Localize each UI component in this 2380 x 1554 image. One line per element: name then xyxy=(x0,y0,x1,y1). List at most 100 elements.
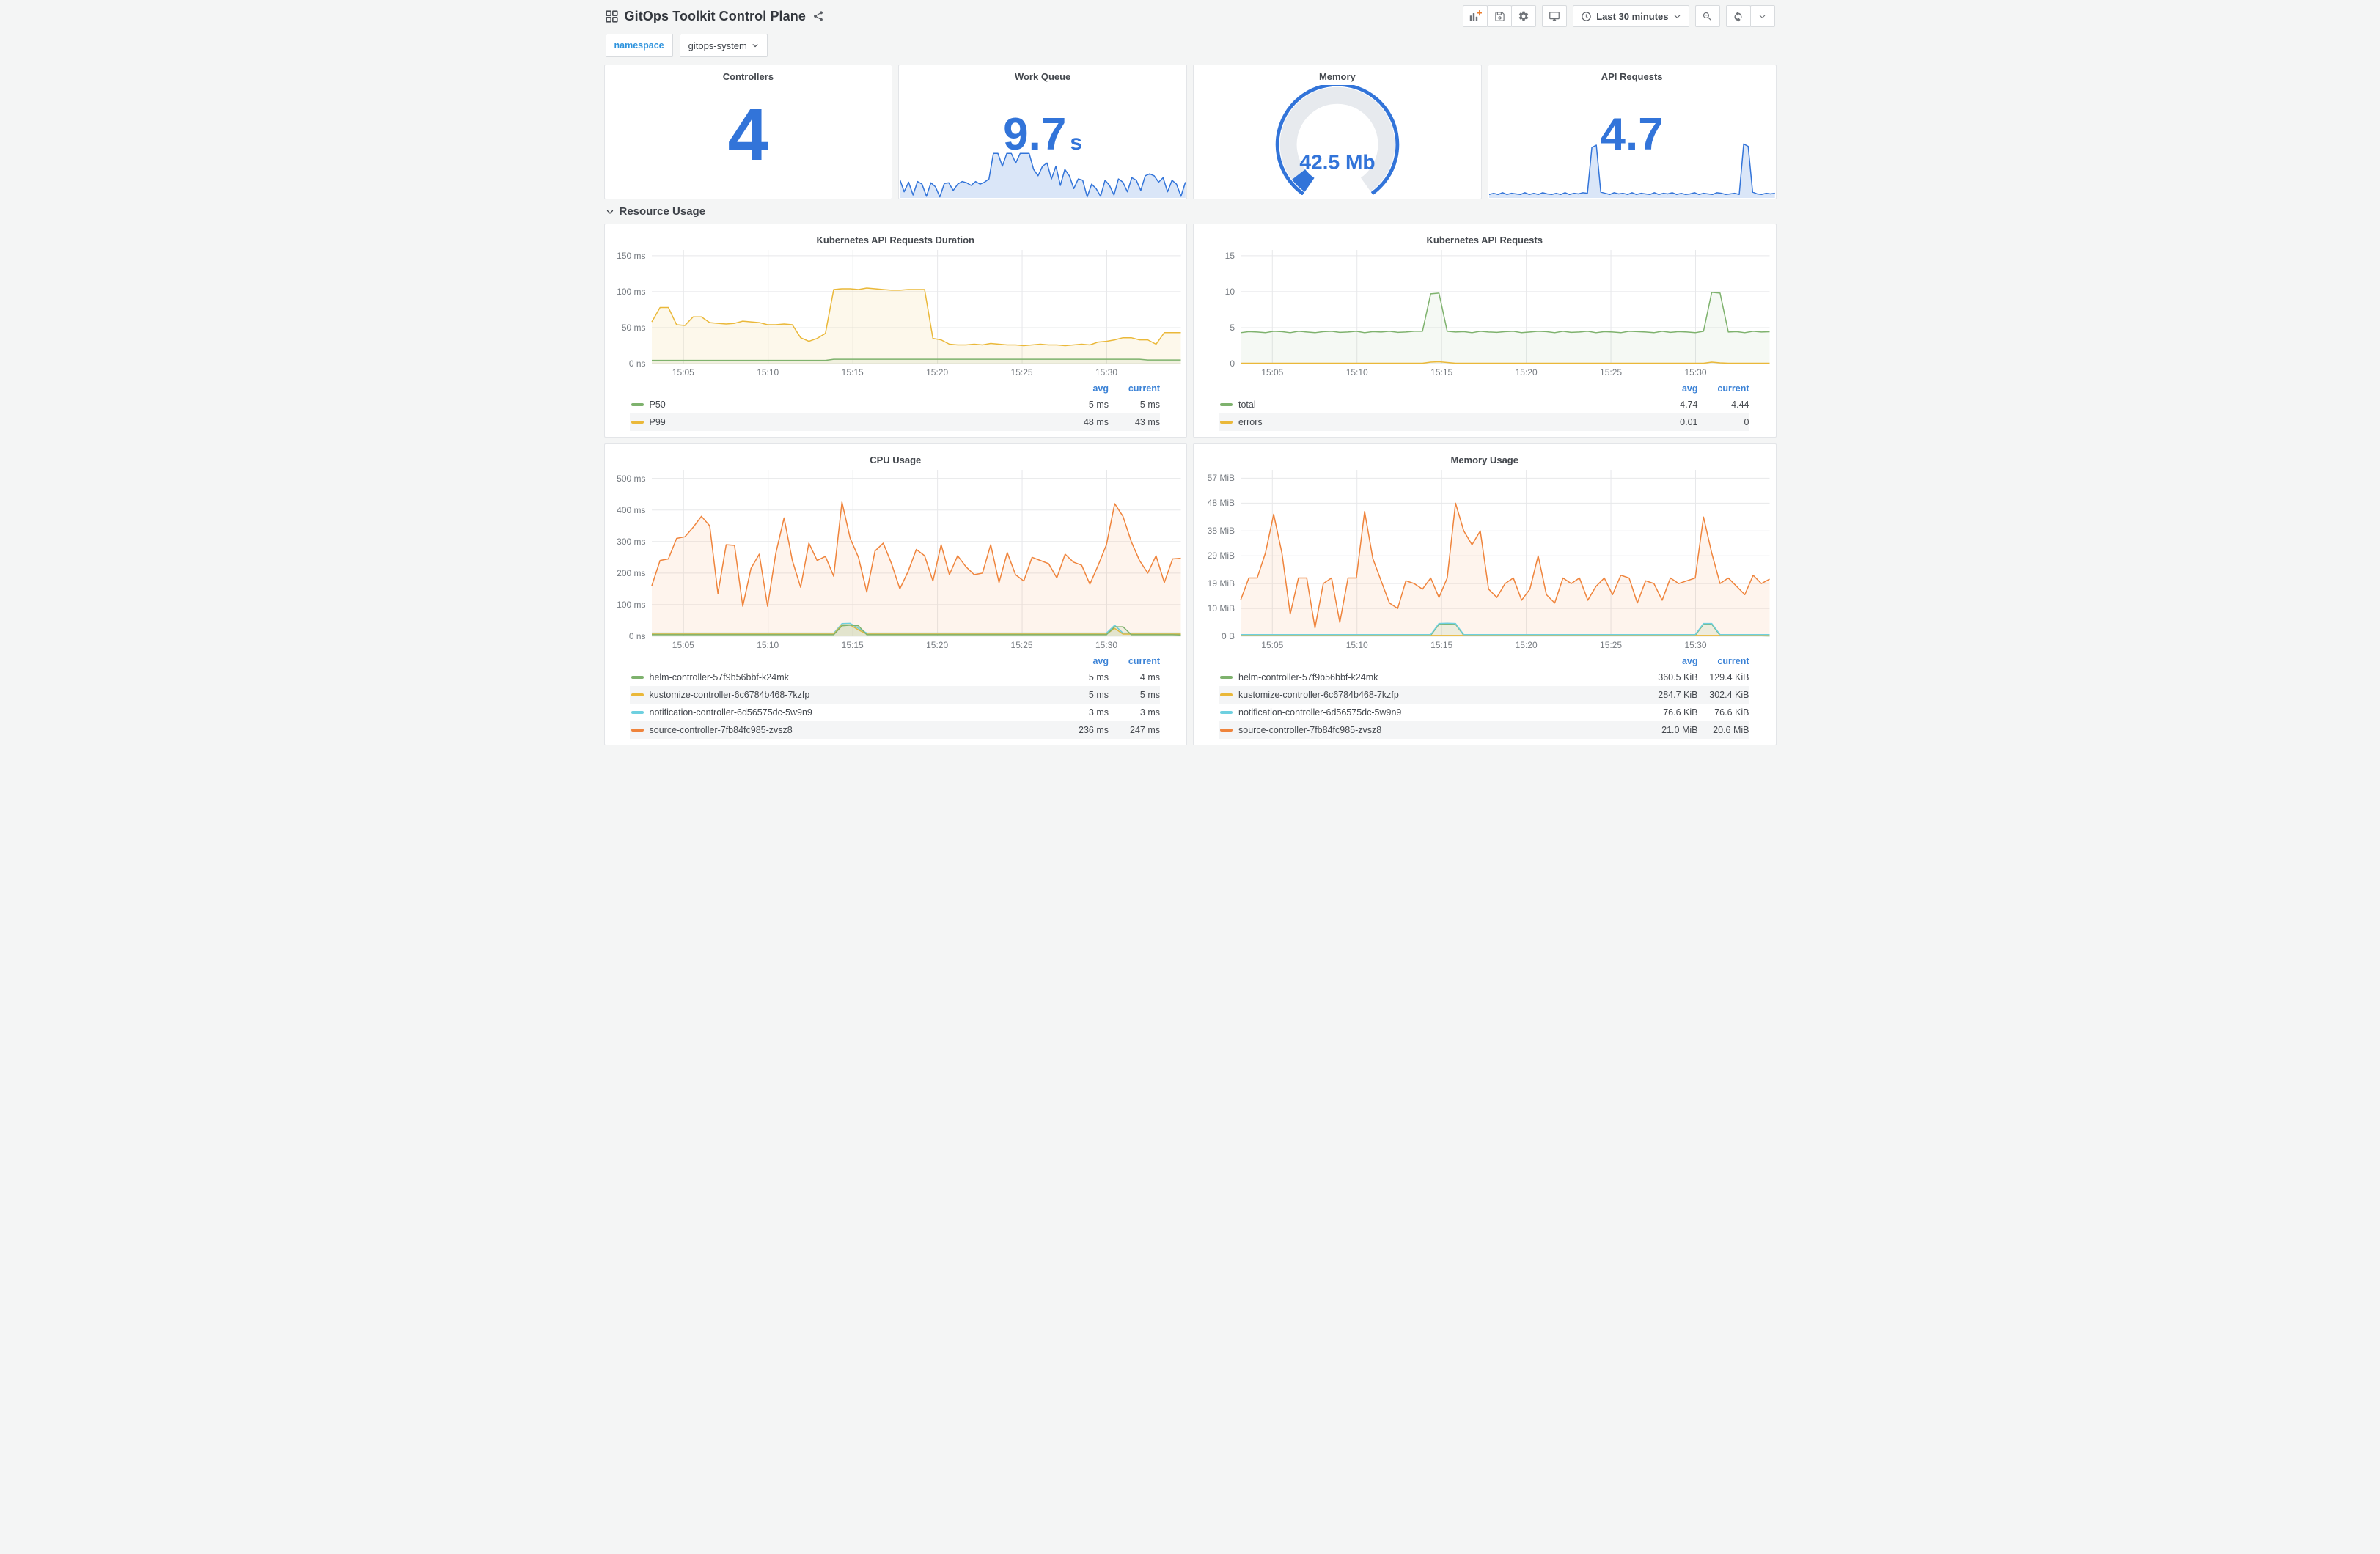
variable-namespace-value: gitops-system xyxy=(688,40,747,51)
y-tick-label: 29 MiB xyxy=(1207,550,1235,561)
save-dashboard-button[interactable] xyxy=(1487,5,1513,27)
legend-avg-value: 5 ms xyxy=(1088,690,1109,700)
panel-title[interactable]: Memory Usage xyxy=(1200,449,1770,465)
y-axis: 0 ns 100 ms 200 ms 300 ms 400 ms 500 ms xyxy=(611,470,652,641)
legend-row: notification-controller-6d56575dc-5w9n9 3… xyxy=(630,704,1160,721)
share-icon[interactable] xyxy=(812,10,824,22)
legend-series-name[interactable]: P99 xyxy=(630,417,1043,427)
legend-current-value: 76.6 KiB xyxy=(1714,707,1749,718)
grafana-dashboard: GitOps Toolkit Control Plane Last 30 min… xyxy=(595,0,1785,777)
y-tick-label: 57 MiB xyxy=(1207,473,1235,484)
legend-col-current[interactable]: current xyxy=(1109,656,1160,666)
x-tick-label: 15:05 xyxy=(1261,640,1284,650)
work-queue-value: 9.7 s xyxy=(1003,108,1083,160)
legend-col-current[interactable]: current xyxy=(1698,656,1749,666)
add-panel-button[interactable] xyxy=(1463,5,1488,27)
legend-avg-value: 3 ms xyxy=(1088,707,1109,718)
legend-col-avg[interactable]: avg xyxy=(1043,383,1109,394)
legend-col-current[interactable]: current xyxy=(1109,383,1160,394)
legend-series-name[interactable]: notification-controller-6d56575dc-5w9n9 xyxy=(630,707,1043,718)
controllers-value: 4 xyxy=(727,93,769,176)
legend-series-name[interactable]: total xyxy=(1219,399,1632,410)
dashboard-settings-button[interactable] xyxy=(1511,5,1537,27)
legend-row: notification-controller-6d56575dc-5w9n9 7… xyxy=(1219,704,1749,721)
y-tick-label: 100 ms xyxy=(617,286,646,297)
panel-title[interactable]: Controllers xyxy=(605,65,892,82)
legend-col-current[interactable]: current xyxy=(1698,383,1749,394)
chart-plot-area[interactable] xyxy=(1241,250,1770,364)
x-tick-label: 15:30 xyxy=(1095,640,1117,650)
chart-plot-area[interactable] xyxy=(1241,470,1770,636)
x-axis: 15:05 15:10 15:15 15:20 15:25 15:30 xyxy=(652,636,1181,651)
refresh-icon xyxy=(1733,11,1744,22)
chevron-down-icon xyxy=(1758,12,1766,21)
legend-series-color-icon xyxy=(1220,403,1233,406)
charts-row-2: CPU Usage 0 ns 100 ms 200 ms 300 ms 400 ms 50… xyxy=(603,443,1777,745)
legend-avg-value: 48 ms xyxy=(1083,417,1109,427)
panel-title[interactable]: Memory xyxy=(1194,65,1481,82)
x-tick-label: 15:30 xyxy=(1684,367,1707,378)
legend-avg-value: 0.01 xyxy=(1680,417,1698,427)
x-axis: 15:05 15:10 15:15 15:20 15:25 15:30 xyxy=(652,364,1181,378)
legend-row: P50 5 ms 5 ms xyxy=(630,396,1160,413)
panel-title[interactable]: Kubernetes API Requests Duration xyxy=(611,229,1181,246)
work-queue-unit: s xyxy=(1070,130,1083,155)
x-tick-label: 15:25 xyxy=(1010,367,1033,378)
legend-current-value: 302.4 KiB xyxy=(1709,690,1749,700)
apps-grid-icon[interactable] xyxy=(605,10,618,23)
stat-panels-row: Controllers 4 Work Queue 9.7 s Memory 42.… xyxy=(603,65,1777,199)
legend-col-avg[interactable]: avg xyxy=(1043,656,1109,666)
legend-avg-value: 360.5 KiB xyxy=(1658,672,1698,682)
y-tick-label: 200 ms xyxy=(617,567,646,578)
section-row-resource-usage[interactable]: Resource Usage xyxy=(606,205,1775,218)
legend-series-name[interactable]: P50 xyxy=(630,399,1043,410)
y-tick-label: 48 MiB xyxy=(1207,498,1235,509)
legend-row: kustomize-controller-6c6784b468-7kzfp 5 m… xyxy=(629,686,1160,704)
legend-series-color-icon xyxy=(1220,421,1233,424)
x-tick-label: 15:30 xyxy=(1095,367,1117,378)
legend-series-color-icon xyxy=(1220,711,1233,714)
legend-col-avg[interactable]: avg xyxy=(1632,656,1698,666)
chevron-down-icon xyxy=(1673,12,1681,21)
chart-plot-area[interactable] xyxy=(652,250,1180,364)
panel-title[interactable]: Kubernetes API Requests xyxy=(1200,229,1770,246)
y-axis: 0 5 10 15 xyxy=(1200,250,1241,369)
cycle-view-mode-button[interactable] xyxy=(1542,5,1568,27)
legend-col-avg[interactable]: avg xyxy=(1632,383,1698,394)
dashboard-header: GitOps Toolkit Control Plane Last 30 min… xyxy=(595,0,1785,31)
x-tick-label: 15:15 xyxy=(1430,640,1453,650)
chart-plot-area[interactable] xyxy=(652,470,1181,636)
gauge-track xyxy=(1279,86,1395,195)
refresh-button[interactable] xyxy=(1725,5,1751,27)
x-tick-label: 15:15 xyxy=(1430,367,1453,378)
panel-title[interactable]: Work Queue xyxy=(899,65,1186,82)
time-range-picker[interactable]: Last 30 minutes xyxy=(1573,5,1689,27)
legend-series-name[interactable]: helm-controller-57f9b56bbf-k24mk xyxy=(1219,672,1632,682)
panel-title[interactable]: API Requests xyxy=(1488,65,1776,82)
legend-series-name[interactable]: kustomize-controller-6c6784b468-7kzfp xyxy=(630,690,1043,700)
legend-series-name[interactable]: errors xyxy=(1219,417,1632,427)
legend-series-name[interactable]: kustomize-controller-6c6784b468-7kzfp xyxy=(1219,690,1632,700)
legend-series-color-icon xyxy=(1220,729,1233,732)
variable-namespace-select[interactable]: gitops-system xyxy=(679,34,768,57)
x-tick-label: 15:15 xyxy=(841,640,864,650)
refresh-interval-button[interactable] xyxy=(1749,5,1775,27)
legend-series-name[interactable]: notification-controller-6d56575dc-5w9n9 xyxy=(1219,707,1632,718)
legend-avg-value: 284.7 KiB xyxy=(1658,690,1698,700)
legend-row: helm-controller-57f9b56bbf-k24mk 5 ms 4 ms xyxy=(630,669,1160,686)
legend-series-name[interactable]: source-controller-7fb84fc985-zvsz8 xyxy=(630,725,1043,735)
chart-legend: avg current helm-controller-57f9b56bbf-k2… xyxy=(611,654,1181,739)
legend-avg-value: 21.0 MiB xyxy=(1661,725,1698,735)
legend-current-value: 43 ms xyxy=(1134,417,1160,427)
panel-title[interactable]: CPU Usage xyxy=(611,449,1181,465)
legend-current-value: 247 ms xyxy=(1130,725,1160,735)
zoom-out-time-button[interactable] xyxy=(1694,5,1720,27)
legend-row: total 4.74 4.44 xyxy=(1219,396,1749,413)
legend-series-name[interactable]: helm-controller-57f9b56bbf-k24mk xyxy=(630,672,1043,682)
monitor-icon xyxy=(1549,11,1560,22)
legend-avg-value: 76.6 KiB xyxy=(1663,707,1698,718)
legend-row: P99 48 ms 43 ms xyxy=(629,413,1160,431)
legend-series-name[interactable]: source-controller-7fb84fc985-zvsz8 xyxy=(1219,725,1632,735)
legend-avg-value: 5 ms xyxy=(1088,672,1109,682)
add-panel-icon xyxy=(1469,10,1483,22)
